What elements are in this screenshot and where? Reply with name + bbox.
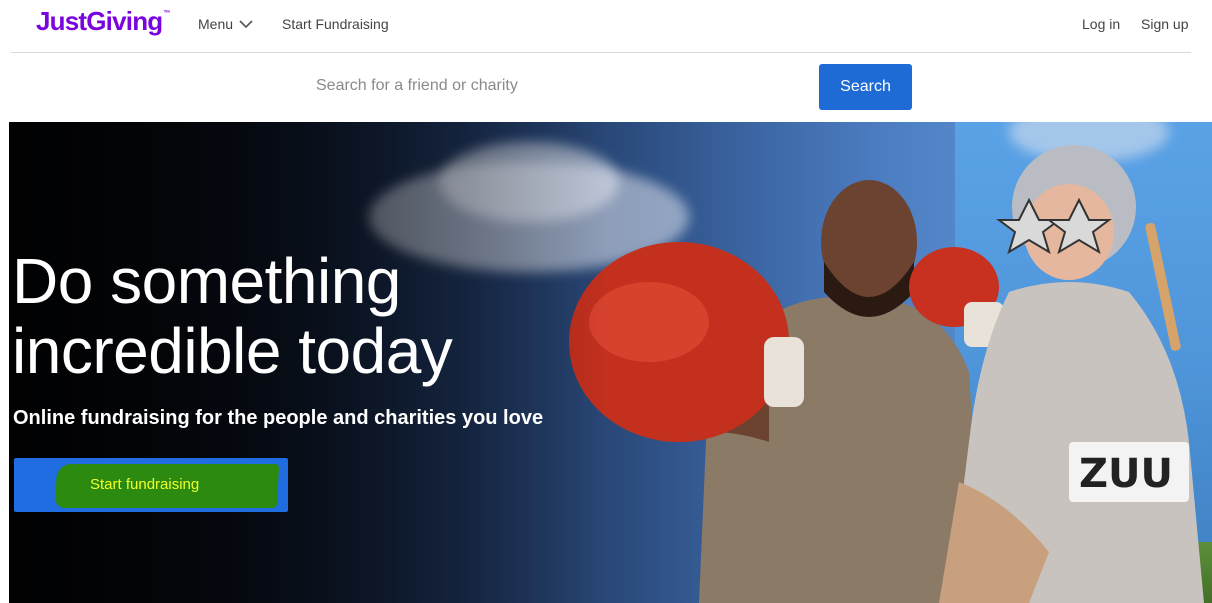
justgiving-logo[interactable]: JustGiving™ [36,6,170,37]
logo-text: JustGiving [36,6,163,36]
menu-dropdown[interactable]: Menu [198,16,253,32]
top-navigation: JustGiving™ Menu Start Fundraising Log i… [0,0,1212,53]
start-fundraising-button[interactable]: Start fundraising [14,458,288,512]
hero-title: Do something incredible today [12,246,612,386]
chevron-down-icon [239,19,253,28]
menu-label: Menu [198,16,234,32]
svg-text:ZUU: ZUU [1079,451,1173,497]
search-button[interactable]: Search [819,64,912,110]
start-fundraising-link[interactable]: Start Fundraising [282,16,389,32]
signup-link[interactable]: Sign up [1141,16,1188,32]
hero-title-line-1: Do something [12,245,401,317]
hero-banner: ZUU Do something incredible today Online… [9,122,1212,603]
hero-subtitle: Online fundraising for the people and ch… [13,407,544,429]
search-input[interactable] [302,63,802,109]
login-link[interactable]: Log in [1082,16,1120,32]
search-bar: Search [0,53,1212,122]
logo-trademark: ™ [163,10,171,17]
start-fundraising-label: Start fundraising [90,476,200,493]
hero-title-line-2: incredible today [12,315,453,387]
